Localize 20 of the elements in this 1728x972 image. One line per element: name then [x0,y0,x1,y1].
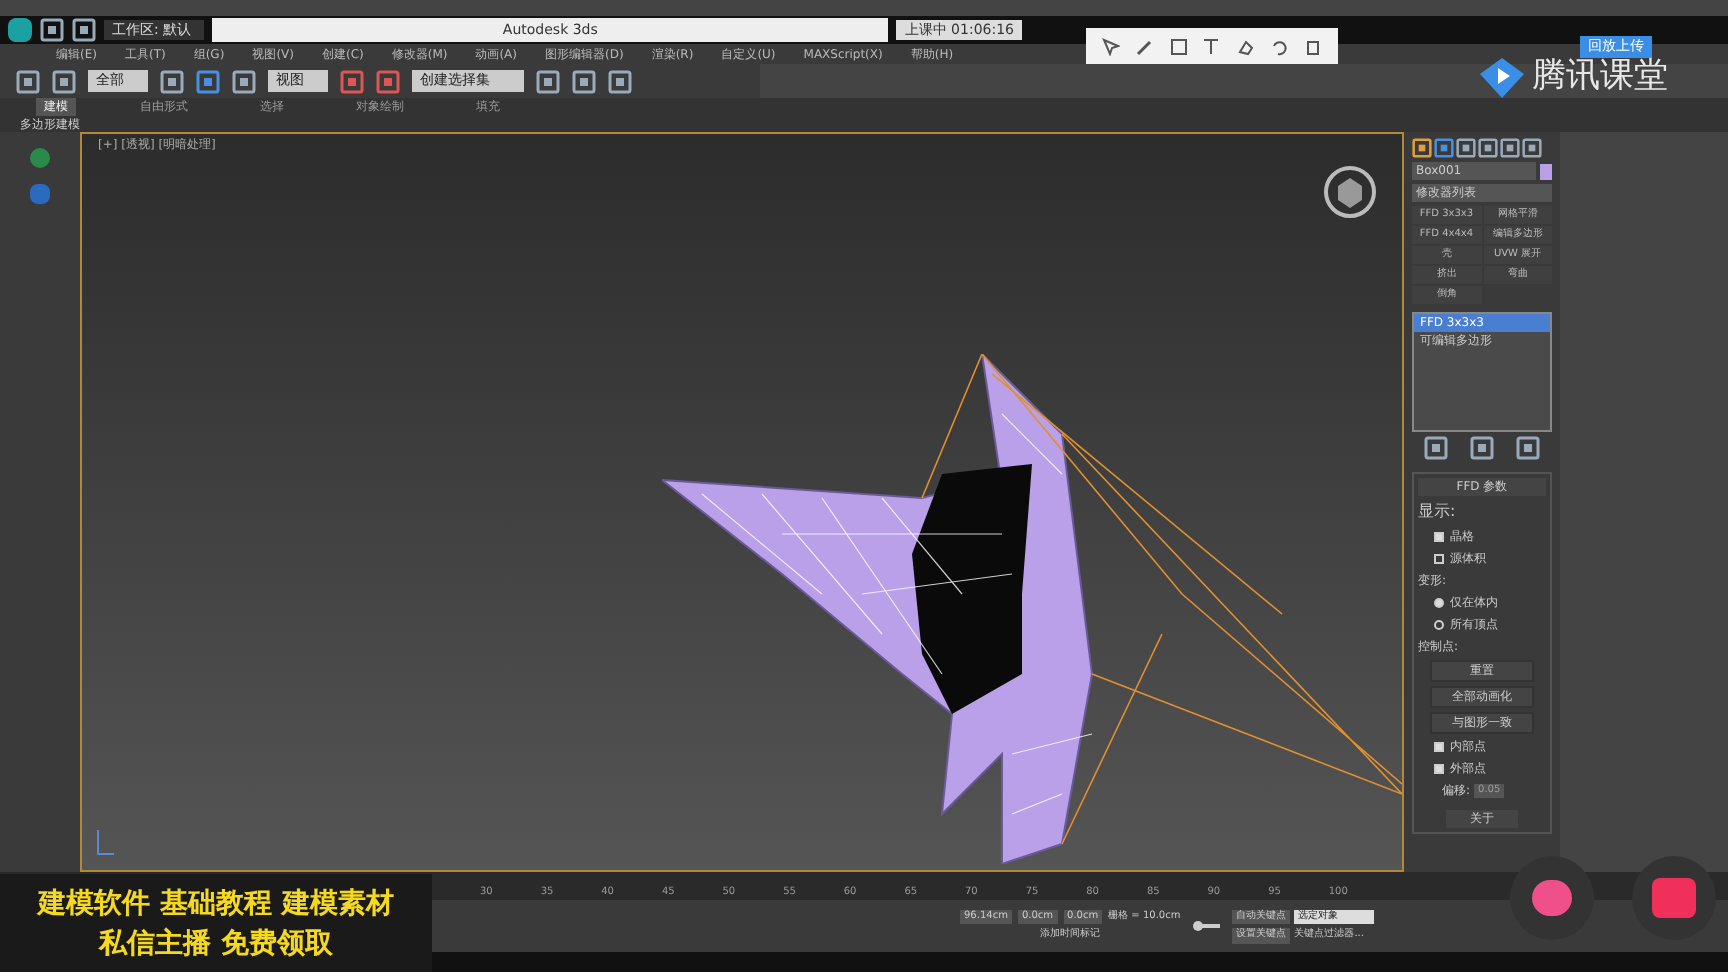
radio-button[interactable] [1434,598,1444,608]
key-icon [1192,920,1221,932]
eraser-icon[interactable] [1236,37,1255,55]
brand-logo: 腾讯课堂 [1532,54,1668,100]
pen-icon[interactable] [1135,37,1154,55]
text-tool-icon[interactable] [1202,37,1221,55]
checkbox[interactable] [1434,742,1444,752]
play-logo-icon [1480,57,1524,98]
radio-button[interactable] [1434,620,1444,630]
rectangle-icon[interactable] [1169,37,1188,55]
checkbox[interactable] [1434,764,1444,774]
view-cube-icon[interactable] [1322,166,1378,218]
object-color-swatch[interactable] [1540,163,1552,179]
group-label: 显示: [1418,500,1458,524]
checkbox[interactable] [1434,532,1444,542]
caption-text: 私信主播 免费领取 [99,925,333,963]
app-logo-icon [8,18,32,42]
pointer-icon[interactable] [1101,37,1120,55]
checkbox[interactable] [1434,554,1444,564]
axis-gizmo-icon [94,830,114,858]
